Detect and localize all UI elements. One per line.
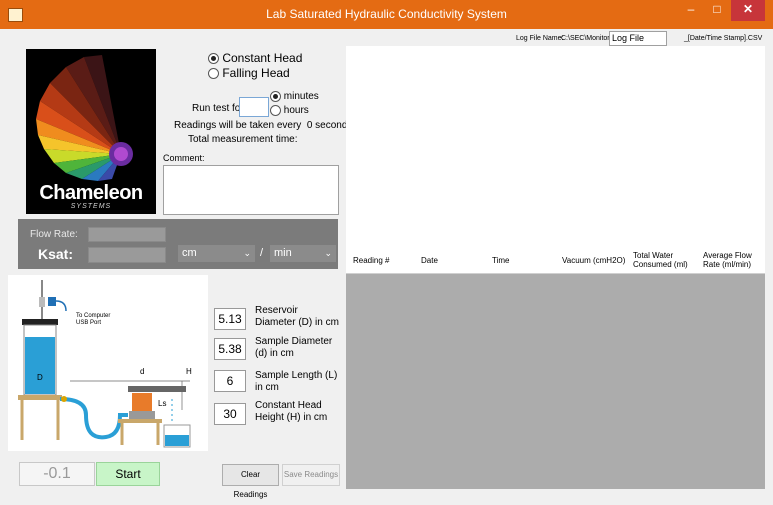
readings-table[interactable]: Reading # Date Time Vacuum (cmH2O) Total… — [346, 247, 765, 489]
falling-head-label: Falling Head — [222, 66, 290, 80]
status-display: -0.1 — [19, 462, 95, 486]
total-time-label: Total measurement time: — [188, 134, 298, 145]
time-unit-select[interactable]: min ⌄ — [270, 245, 336, 262]
flow-rate-output — [88, 227, 166, 242]
col-average-flow-rate: Average Flow Rate (ml/min) — [703, 251, 752, 269]
head-height-marker: H — [186, 367, 192, 376]
log-file-input[interactable]: Log File — [609, 31, 667, 46]
minutes-label: minutes — [283, 91, 319, 103]
col-total-water: Total Water Consumed (ml) — [633, 251, 688, 269]
save-readings-button[interactable]: Save Readings — [282, 464, 340, 486]
log-path-text: C:\SEC\Monitor\ — [561, 35, 612, 42]
apparatus-drawing — [18, 280, 191, 448]
sample-diameter-input[interactable]: 5.38 — [214, 338, 246, 360]
comment-input[interactable] — [163, 165, 339, 215]
length-unit-value: cm — [182, 247, 197, 259]
client-area: Chameleon SYSTEMS Constant Head Falling … — [8, 29, 765, 499]
comment-label: Comment: — [163, 153, 205, 163]
log-suffix-text: _[Date/Time Stamp].CSV — [684, 35, 763, 42]
minutes-radio[interactable]: minutes — [270, 91, 319, 102]
to-computer-label: To Computer — [76, 313, 111, 319]
maximize-button[interactable]: □ — [704, 0, 730, 21]
constant-head-radio-dot[interactable] — [208, 53, 219, 65]
length-unit-select[interactable]: cm ⌄ — [178, 245, 255, 262]
run-duration-input[interactable] — [239, 97, 269, 117]
logo-brand-text: Chameleon — [39, 182, 143, 204]
falling-head-radio-dot[interactable] — [208, 68, 219, 80]
constant-head-label: Constant Head — [222, 51, 303, 65]
ksat-label: Ksat: — [38, 246, 74, 262]
unit-slash: / — [260, 247, 264, 259]
ksat-output — [88, 247, 166, 263]
sample-diameter-marker: d — [140, 367, 145, 376]
flow-rate-label: Flow Rate: — [30, 229, 78, 240]
hours-radio-dot[interactable] — [270, 105, 281, 116]
reservoir-diameter-marker: D — [37, 373, 43, 382]
time-unit-value: min — [274, 247, 292, 259]
chevron-down-icon: ⌄ — [324, 248, 332, 258]
falling-head-radio[interactable]: Falling Head — [208, 66, 290, 80]
reservoir-diameter-input[interactable]: 5.13 — [214, 308, 246, 330]
hours-radio[interactable]: hours — [270, 105, 309, 116]
logo-panel: Chameleon SYSTEMS — [26, 49, 156, 214]
head-height-input[interactable]: 30 — [214, 403, 246, 425]
col-date: Date — [421, 256, 438, 265]
col-time: Time — [492, 256, 510, 265]
sample-length-input[interactable]: 6 — [214, 370, 246, 392]
window-title: Lab Saturated Hydraulic Conductivity Sys… — [266, 7, 507, 21]
col-vacuum: Vacuum (cmH2O) — [562, 256, 626, 265]
results-panel: Flow Rate: Ksat: cm ⌄ / min ⌄ — [18, 219, 338, 269]
sample-length-marker: Ls — [158, 399, 167, 408]
readings-interval-text: Readings will be taken every 0 seconds — [174, 120, 353, 131]
col-reading-number: Reading # — [353, 256, 390, 265]
sample-length-label: Sample Length (L) in cm — [255, 370, 338, 393]
clear-readings-button[interactable]: Clear Readings — [222, 464, 279, 499]
table-header: Reading # Date Time Vacuum (cmH2O) Total… — [346, 247, 765, 274]
logo-sub-text: SYSTEMS — [70, 203, 112, 210]
run-test-label: Run test for — [192, 103, 244, 114]
hours-label: hours — [283, 105, 309, 117]
constant-head-radio[interactable]: Constant Head — [208, 51, 302, 65]
start-button[interactable]: Start — [96, 462, 160, 486]
log-file-name-label: Log File Name: — [516, 35, 564, 42]
usb-port-label: USB Port — [76, 320, 102, 326]
close-button[interactable]: ✕ — [731, 0, 765, 21]
head-height-label: Constant Head Height (H) in cm — [255, 400, 328, 423]
sample-diameter-label: Sample Diameter (d) in cm — [255, 336, 333, 359]
minutes-radio-dot[interactable] — [270, 91, 281, 102]
graph-area — [346, 46, 765, 247]
chevron-down-icon: ⌄ — [243, 248, 251, 258]
reservoir-diameter-label: Reservoir Diameter (D) in cm — [255, 305, 339, 328]
apparatus-diagram: To Computer USB Port D d H Ls — [8, 275, 208, 451]
minimize-button[interactable]: – — [678, 0, 704, 21]
